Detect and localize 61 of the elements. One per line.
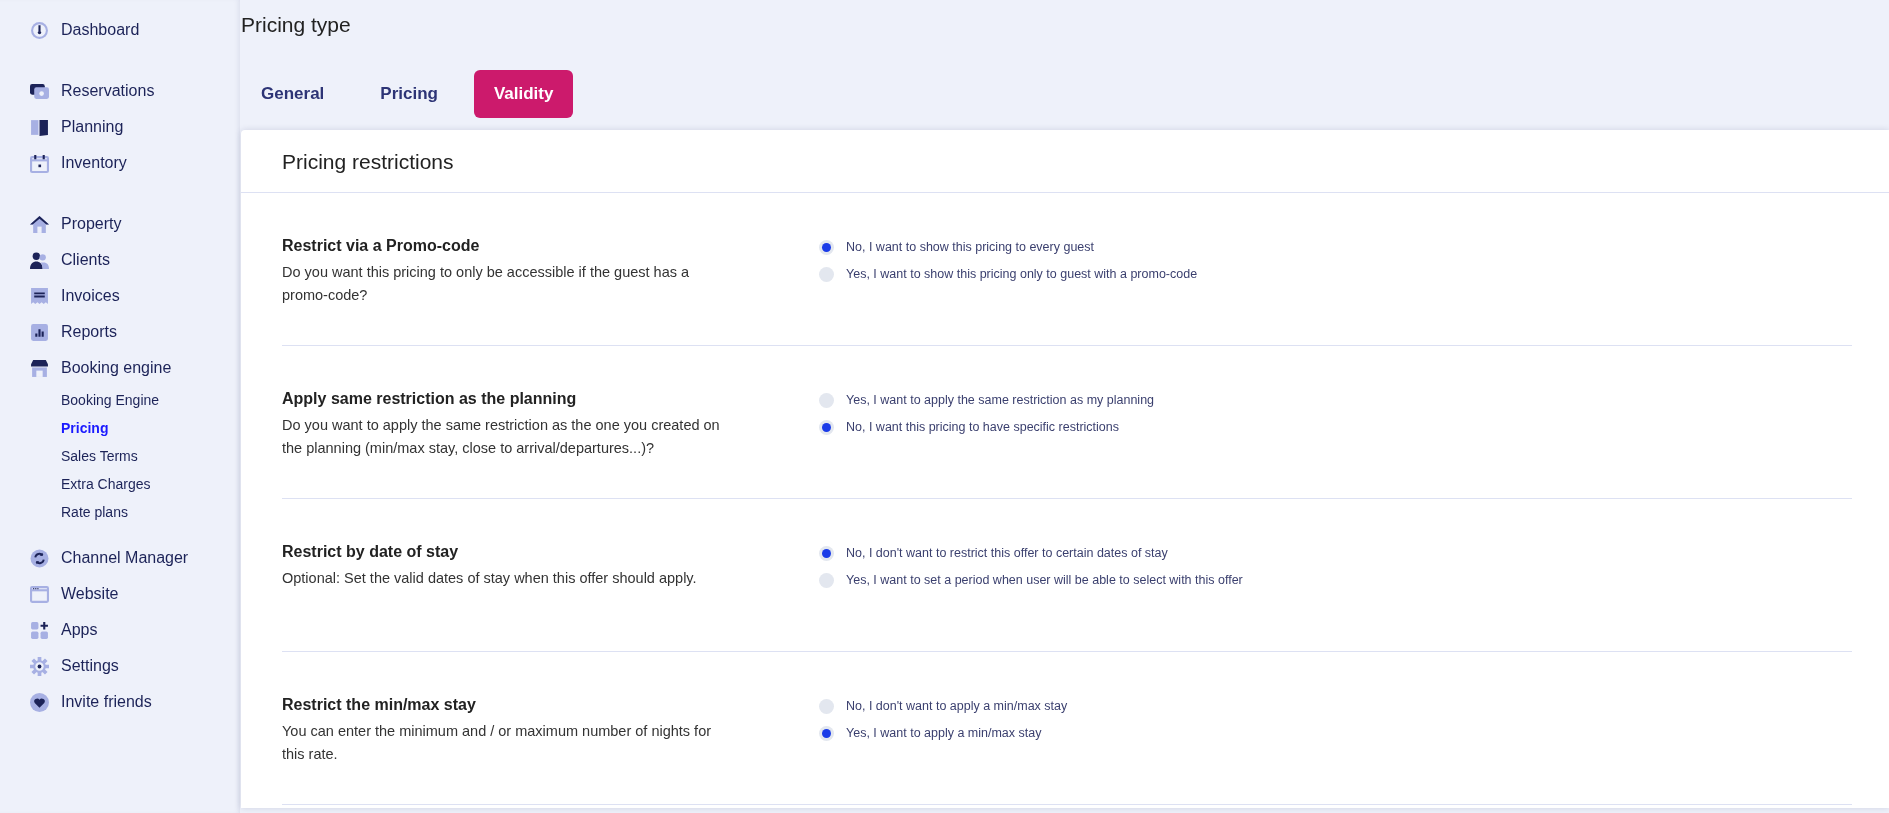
nav-item[interactable]: Invite friends	[30, 684, 152, 720]
users-icon	[30, 250, 49, 270]
section-title: Restrict the min/max stay	[282, 696, 477, 714]
receipt-icon	[30, 286, 49, 306]
nav-item[interactable]: Reservations	[30, 73, 155, 109]
tab[interactable]: Validity	[473, 70, 574, 118]
section-title: Restrict via a Promo-code	[282, 237, 481, 255]
nav-subitem[interactable]: Booking Engine	[61, 386, 160, 414]
settings-icon	[30, 656, 49, 676]
nav-subitem[interactable]: Rate plans	[61, 498, 128, 526]
nav-subitem[interactable]: Extra Charges	[61, 470, 151, 498]
apps-grid-icon	[30, 620, 49, 640]
nav-item[interactable]: Inventory	[30, 145, 127, 181]
section-title: Restrict by date of stay	[282, 543, 460, 561]
option-label: No, I don't want to restrict this offer to certain dates of stay	[846, 545, 1168, 562]
radio-button[interactable]	[819, 573, 834, 588]
option-label: No, I want this pricing to have specific restrictions	[846, 419, 1120, 436]
calendar-icon	[30, 153, 49, 173]
nav-item[interactable]: Settings	[30, 648, 119, 684]
radio-button[interactable]	[819, 393, 834, 408]
section-description: You can enter the minimum and / or maximum number of nights for this rate.	[282, 722, 713, 764]
tab[interactable]: General	[241, 70, 345, 118]
section-title: Apply same restriction as the planning	[282, 390, 578, 408]
nav-item[interactable]: Apps	[30, 612, 98, 648]
radio-button[interactable]	[819, 546, 834, 561]
section-description: Optional: Set the valid dates of stay when this offer should apply.	[282, 569, 698, 588]
option-label: Yes, I want to set a period when user will be able to select with this offer	[846, 572, 1243, 589]
dashboard-gauge-icon	[30, 20, 49, 40]
radio-button[interactable]	[819, 420, 834, 435]
section-description: Do you want this pricing to only be accessible if the guest has a promo-code?	[282, 263, 691, 305]
page-title: Pricing type	[241, 12, 351, 38]
nav-item[interactable]: Website	[30, 576, 119, 612]
nav-item[interactable]: Clients	[30, 242, 110, 278]
book-icon	[30, 117, 49, 137]
nav-item[interactable]: Property	[30, 206, 122, 242]
nav-item[interactable]: Reports	[30, 314, 118, 350]
section-description: Do you want to apply the same restriction as the one you created on the planning (min/max stay, close to arrival/departures...)?	[282, 416, 721, 458]
radio-button[interactable]	[819, 240, 834, 255]
tab[interactable]: Pricing	[360, 70, 458, 118]
radio-button[interactable]	[819, 699, 834, 714]
nav-subitem[interactable]: Sales Terms	[61, 442, 138, 470]
nav-item[interactable]: Dashboard	[30, 12, 140, 48]
radio-button[interactable]	[819, 726, 834, 741]
nav-item[interactable]: Channel Manager	[30, 540, 189, 576]
option-label: No, I want to show this pricing to every guest	[846, 239, 1095, 256]
nav-subitem[interactable]: Pricing	[61, 414, 109, 442]
house-icon	[30, 214, 49, 234]
option-label: Yes, I want to show this pricing only to guest with a promo-code	[846, 266, 1198, 283]
browser-window-icon	[30, 584, 49, 604]
nav-item[interactable]: Invoices	[30, 278, 120, 314]
bar-chart-icon	[30, 322, 49, 342]
radio-button[interactable]	[819, 267, 834, 282]
storefront-icon	[30, 358, 49, 378]
card-title: Pricing restrictions	[241, 130, 1889, 193]
nav-item[interactable]: Booking engine	[30, 350, 172, 386]
sync-icon	[30, 548, 49, 568]
option-label: No, I don't want to apply a min/max stay	[846, 698, 1068, 715]
option-label: Yes, I want to apply the same restriction as my planning	[846, 392, 1155, 409]
nav-item[interactable]: Planning	[30, 109, 124, 145]
camera-icon	[30, 81, 49, 101]
option-label: Yes, I want to apply a min/max stay	[846, 725, 1042, 742]
